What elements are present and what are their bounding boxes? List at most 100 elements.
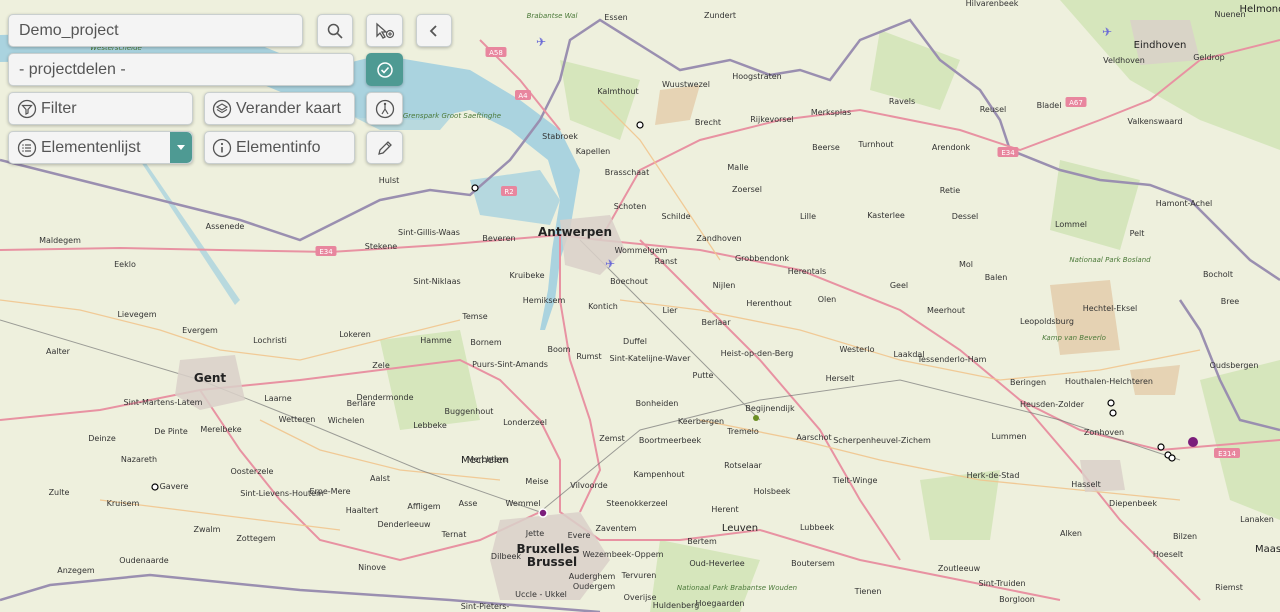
map-marker[interactable] — [1168, 454, 1176, 462]
map-marker[interactable] — [1107, 399, 1115, 407]
project-select[interactable]: Demo_project — [8, 14, 303, 47]
filter-button-label: Filter — [41, 99, 77, 117]
place-label: Zemst — [599, 434, 625, 443]
place-label: Olen — [818, 295, 837, 304]
place-label: Veldhoven — [1103, 56, 1145, 65]
place-label: Brussel — [527, 555, 577, 569]
change-map-button-label: Verander kaart — [236, 99, 341, 117]
place-label: Kruisem — [107, 499, 140, 508]
change-map-button[interactable]: Verander kaart — [204, 92, 355, 125]
place-label: Dilbeek — [491, 552, 522, 561]
place-label: Tremelo — [726, 427, 759, 436]
pencil-icon — [377, 140, 392, 155]
place-label: Wichelen — [328, 416, 365, 425]
place-label: Oudergem — [573, 582, 616, 591]
place-label: Merksplas — [811, 108, 851, 117]
place-label: Assenede — [206, 222, 245, 231]
place-label: Grobbendonk — [735, 254, 789, 263]
area-label: Brabantse Wal — [527, 12, 578, 20]
elementenlijst-dropdown[interactable]: Elementenlijst — [8, 131, 193, 164]
collapse-panel-button[interactable] — [416, 14, 452, 47]
place-label: Dessel — [952, 212, 979, 221]
map-canvas[interactable]: A58 A4 R2 E34 E34 A67 E314 Antwerpen Gent Bruxel… — [0, 0, 1280, 612]
map-marker[interactable] — [538, 508, 548, 518]
edit-button[interactable] — [366, 131, 403, 164]
place-label: Lanaken — [1240, 515, 1274, 524]
place-label: Holsbeek — [754, 487, 791, 496]
place-label: Keerbergen — [678, 417, 724, 426]
place-label: Lummen — [992, 432, 1027, 441]
dropdown-caret[interactable] — [170, 132, 192, 163]
place-label: Zottegem — [236, 534, 276, 543]
place-label: Kalmthout — [597, 87, 638, 96]
place-label: Merelbeke — [200, 425, 241, 434]
elementinfo-label: Elementinfo — [236, 138, 321, 156]
place-label: Zundert — [704, 11, 736, 20]
place-label: Kontich — [588, 302, 618, 311]
place-label: Meerhout — [927, 306, 965, 315]
place-label: Herentals — [788, 267, 826, 276]
place-label: Tervuren — [621, 571, 657, 580]
map-marker[interactable] — [636, 121, 644, 129]
place-label: Auderghem — [569, 572, 616, 581]
area-label: Nationaal Park Brabantse Wouden — [677, 584, 797, 592]
measure-button[interactable] — [366, 92, 403, 125]
place-label: Houthalen-Helchteren — [1065, 377, 1153, 386]
check-circle-icon — [376, 61, 393, 78]
place-label: Ninove — [358, 563, 386, 572]
area-label: Nationaal Park Bosland — [1069, 256, 1151, 264]
place-label: Oudsbergen — [1210, 361, 1259, 370]
place-label: Zoersel — [732, 185, 762, 194]
place-label: Ternat — [441, 530, 467, 539]
elementinfo-button[interactable]: Elementinfo — [204, 131, 355, 164]
place-label: Wuustwezel — [662, 80, 710, 89]
place-label: Jette — [525, 529, 545, 538]
place-label: Denderleeuw — [377, 520, 431, 529]
place-label: Geldrop — [1193, 53, 1225, 62]
projectdelen-select-value: - projectdelen - — [19, 60, 126, 78]
place-label: Kampenhout — [633, 470, 684, 479]
map-marker[interactable] — [471, 184, 479, 192]
cursor-add-icon — [375, 22, 394, 39]
place-label: Ranst — [655, 257, 678, 266]
place-label: Hechtel-Eksel — [1083, 304, 1138, 313]
place-label: Rumst — [576, 352, 601, 361]
place-label: Vilvoorde — [570, 481, 607, 490]
map-marker[interactable] — [151, 483, 159, 491]
place-label: Wommelgem — [615, 246, 668, 255]
place-label: Malle — [727, 163, 748, 172]
place-label: Schilde — [662, 212, 691, 221]
place-label: Evergem — [182, 326, 218, 335]
place-label: Zonhoven — [1084, 428, 1124, 437]
map-marker[interactable] — [1188, 437, 1198, 447]
select-tool-button[interactable] — [366, 14, 403, 47]
place-label: Wezembeek-Oppem — [582, 550, 663, 559]
road-badge: A58 — [485, 47, 507, 57]
place-label: Tessenderlo-Ham — [917, 355, 987, 364]
map-marker[interactable] — [1109, 409, 1117, 417]
place-label: Bladel — [1037, 101, 1062, 110]
place-label: Lommel — [1055, 220, 1087, 229]
map-marker[interactable] — [753, 415, 759, 421]
place-label: Sint-Martens-Latem — [124, 398, 203, 407]
filter-button[interactable]: Filter — [8, 92, 193, 125]
place-label: Antwerpen — [538, 225, 612, 239]
svg-text:A67: A67 — [1069, 99, 1083, 107]
confirm-button[interactable] — [366, 53, 403, 86]
place-label: Oosterzele — [231, 467, 274, 476]
place-label: Bertem — [687, 537, 717, 546]
map-marker[interactable] — [1157, 443, 1165, 451]
place-label: Zwalm — [194, 525, 221, 534]
search-button[interactable] — [317, 14, 353, 47]
elementenlijst-label: Elementenlijst — [41, 138, 141, 156]
place-label: Gavere — [160, 482, 189, 491]
svg-text:✈: ✈ — [605, 257, 615, 271]
place-label: Steenokkerzeel — [606, 499, 667, 508]
place-label: Nijlen — [713, 281, 736, 290]
place-label: Boechout — [610, 277, 648, 286]
place-label: Zandhoven — [696, 234, 741, 243]
projectdelen-select[interactable]: - projectdelen - — [8, 53, 354, 86]
place-label: Lochristi — [253, 336, 287, 345]
place-label: Eindhoven — [1134, 40, 1187, 51]
place-label: Hasselt — [1071, 480, 1101, 489]
